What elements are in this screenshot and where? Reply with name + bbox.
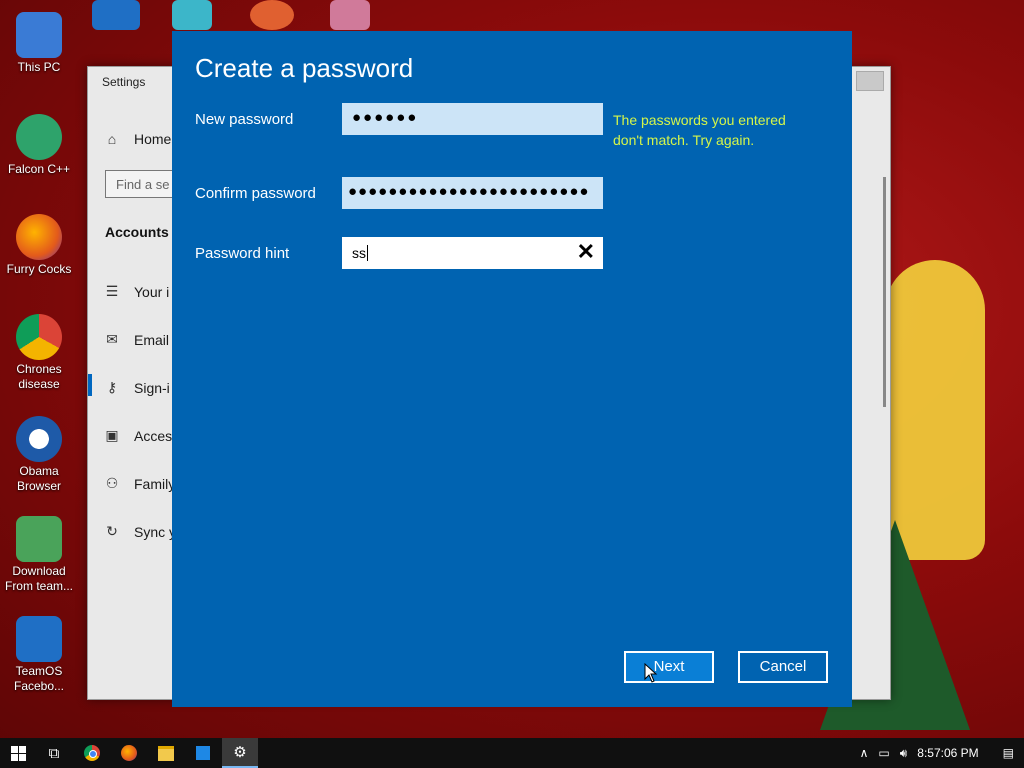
clock[interactable]: 8:57:06 PM <box>917 746 978 760</box>
nav-family[interactable]: ⚇ Family <box>104 475 176 492</box>
desktop-icon-label: TeamOS Facebo... <box>13 664 65 693</box>
gear-icon <box>16 616 62 662</box>
hint-text: ss <box>352 245 366 261</box>
store-icon <box>196 746 210 760</box>
desktop-icon-this-pc[interactable]: This PC <box>3 8 75 75</box>
chevron-up-icon[interactable]: ∧ <box>860 746 869 760</box>
new-password-input[interactable]: ●●●●●● <box>342 103 603 135</box>
taskbar: ⧉ ⚙ ∧ ▭ 🔊︎ 8:57:06 PM ▤ <box>0 738 1024 768</box>
taskbar-firefox[interactable] <box>111 738 147 768</box>
firefox-icon <box>16 214 62 260</box>
clear-icon[interactable]: ✕ <box>577 241 595 263</box>
nav-label: Acces <box>134 427 173 444</box>
person-list-icon: ☰ <box>105 283 119 299</box>
dialog-title: Create a password <box>195 53 414 83</box>
action-center-icon[interactable]: ▤ <box>1003 746 1014 760</box>
chrome-icon <box>16 314 62 360</box>
obama-logo-icon <box>16 416 62 462</box>
masked-value: ●●●●●● <box>352 109 419 126</box>
desktop-icon-falcon[interactable]: Falcon C++ <box>3 110 75 177</box>
taskbar-file-explorer[interactable] <box>148 738 184 768</box>
desktop-icon-partial[interactable] <box>330 0 370 30</box>
system-tray: ∧ ▭ 🔊︎ 8:57:06 PM ▤ <box>860 738 1014 768</box>
sync-icon: ↻ <box>106 523 118 539</box>
desktop-icon-label: Falcon C++ <box>7 162 71 176</box>
nav-label: Sign-i <box>134 379 170 396</box>
nav-label: Family <box>134 475 176 492</box>
nav-label: Email <box>134 331 170 348</box>
briefcase-icon: ▣ <box>105 427 119 443</box>
hint-value: ss <box>352 245 368 261</box>
masked-value: ●●●●●●●●●●●●●●●●●●●●●●●● <box>348 183 590 200</box>
volume-icon[interactable]: 🔊︎ <box>900 746 908 761</box>
nav-label: Sync y <box>134 523 177 540</box>
taskbar-settings[interactable]: ⚙ <box>222 738 258 768</box>
windows-logo-icon <box>10 745 26 761</box>
confirm-password-label: Confirm password <box>195 185 316 202</box>
taskbar-chrome[interactable] <box>74 738 110 768</box>
desktop-icon-partial[interactable] <box>92 0 140 30</box>
desktop-icons: This PC Falcon C++ Furry Cocks Chrones d… <box>0 0 80 740</box>
desktop-icon-label: Obama Browser <box>16 464 61 493</box>
create-password-dialog: Create a password New password ●●●●●● Th… <box>172 31 852 707</box>
chrome-icon <box>84 745 100 761</box>
desktop-icon-chrome[interactable]: Chrones disease <box>3 310 75 392</box>
minion-wallpaper <box>885 260 985 560</box>
confirm-password-input[interactable]: ●●●●●●●●●●●●●●●●●●●●●●●● <box>342 177 603 209</box>
taskbar-store[interactable] <box>185 738 221 768</box>
nav-label: Your i <box>134 283 170 300</box>
nav-section-accounts: Accounts <box>105 224 169 240</box>
mouse-pointer-icon <box>644 663 658 683</box>
text-caret <box>367 245 368 261</box>
window-control-button[interactable] <box>856 71 884 91</box>
task-view-button[interactable]: ⧉ <box>36 738 72 768</box>
desktop-icon-label: Furry Cocks <box>6 262 72 276</box>
firefox-icon <box>121 745 137 761</box>
desktop-icon-label: This PC <box>17 60 61 74</box>
scrollbar[interactable] <box>883 177 886 407</box>
desktop-icon-partial[interactable] <box>250 0 294 30</box>
nav-your-info[interactable]: ☰ Your i <box>104 283 170 300</box>
nav-label: Home <box>134 131 172 147</box>
network-icon[interactable]: ▭ <box>878 746 889 760</box>
folder-icon <box>158 745 174 761</box>
desktop-icon-label: Chrones disease <box>16 362 62 391</box>
nav-home[interactable]: ⌂ Home <box>104 131 172 147</box>
cancel-button[interactable]: Cancel <box>738 651 828 683</box>
password-hint-input[interactable]: ss ✕ <box>342 237 603 269</box>
password-hint-label: Password hint <box>195 245 290 262</box>
computer-icon <box>16 12 62 58</box>
desktop-icon-partial[interactable] <box>172 0 212 30</box>
person-add-icon: ⚇ <box>105 475 119 491</box>
nav-access[interactable]: ▣ Acces <box>104 427 172 444</box>
nav-selected-indicator <box>88 374 92 396</box>
start-button[interactable] <box>0 738 36 768</box>
new-password-label: New password <box>195 111 294 128</box>
mail-icon: ✉ <box>106 331 118 347</box>
notebook-icon <box>16 516 62 562</box>
desktop-icon-label: Download From team... <box>4 564 73 593</box>
nav-email[interactable]: ✉ Email <box>104 331 169 348</box>
desktop-icon-download[interactable]: Download From team... <box>3 512 75 594</box>
nav-sign-in[interactable]: ⚷ Sign-i <box>104 379 170 396</box>
home-icon: ⌂ <box>107 131 117 147</box>
desktop-icon-obama-browser[interactable]: Obama Browser <box>3 412 75 494</box>
task-view-icon: ⧉ <box>48 744 60 762</box>
password-mismatch-error: The passwords you entered don't match. T… <box>613 112 786 148</box>
gear-icon: ⚙ <box>233 744 247 761</box>
falcon-icon <box>16 114 62 160</box>
nav-sync[interactable]: ↻ Sync y <box>104 523 176 540</box>
desktop-icon-teamos[interactable]: TeamOS Facebo... <box>3 612 75 694</box>
key-icon: ⚷ <box>106 379 118 395</box>
desktop-icon-firefox[interactable]: Furry Cocks <box>3 210 75 277</box>
next-button[interactable]: Next <box>624 651 714 683</box>
